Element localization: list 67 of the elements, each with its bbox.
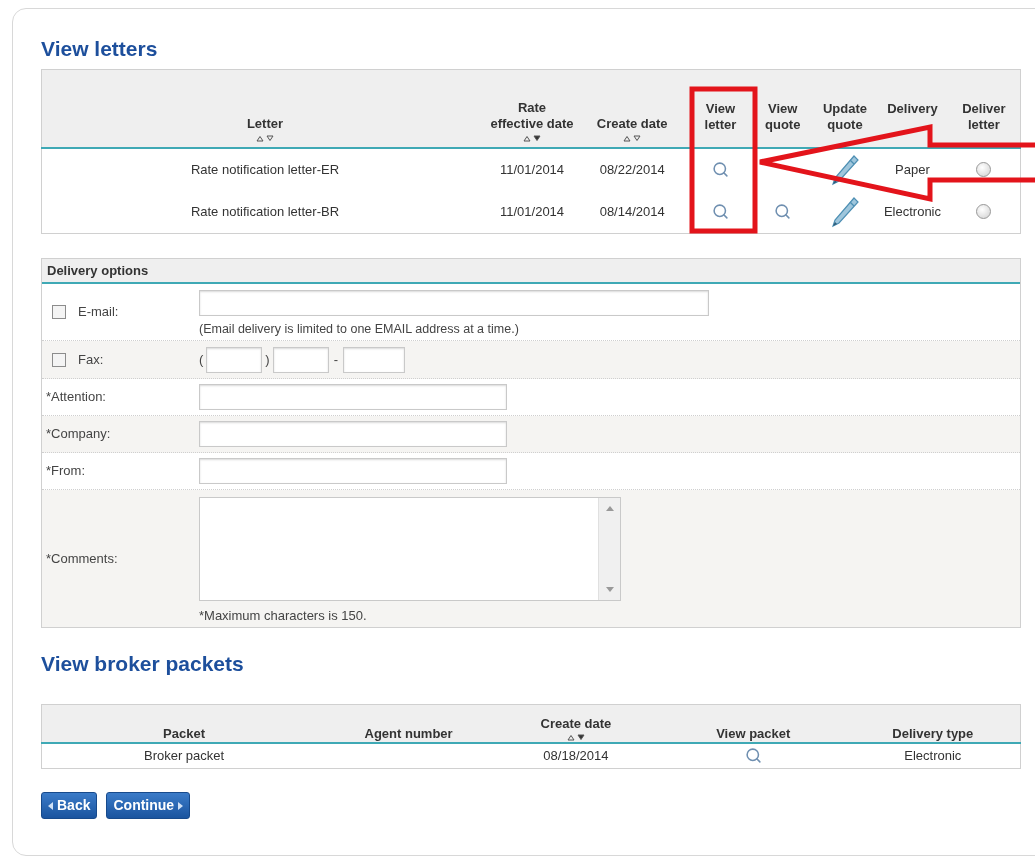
search-icon[interactable] bbox=[711, 161, 729, 178]
field-label: *Attention: bbox=[46, 388, 106, 407]
table-cell: Electronic bbox=[883, 204, 941, 219]
checkbox[interactable] bbox=[52, 305, 66, 319]
column-header: Create date bbox=[540, 715, 612, 731]
column-header: Deliver letter bbox=[961, 100, 1007, 133]
email-field[interactable] bbox=[199, 290, 709, 316]
back-button[interactable]: Back bbox=[41, 792, 98, 819]
scroll-down-icon[interactable] bbox=[605, 587, 614, 592]
field-label: *From: bbox=[46, 462, 85, 481]
right-triangle-icon bbox=[178, 801, 184, 810]
scrollbar[interactable] bbox=[598, 498, 620, 600]
field-label: *Company: bbox=[46, 425, 111, 444]
column-header: Letter bbox=[245, 115, 284, 132]
sort-icon[interactable] bbox=[254, 134, 275, 142]
table-cell: 11/01/2014 bbox=[499, 204, 565, 219]
pen-icon[interactable] bbox=[830, 195, 860, 228]
left-triangle-icon bbox=[48, 801, 53, 810]
panel-title: Delivery options bbox=[47, 261, 149, 280]
table-cell: 08/14/2014 bbox=[599, 204, 665, 219]
comments-field[interactable] bbox=[199, 497, 621, 601]
text-field[interactable] bbox=[199, 458, 507, 484]
table-cell: Broker packet bbox=[143, 748, 225, 763]
column-header: Delivery bbox=[886, 100, 939, 118]
dash-text: - bbox=[332, 350, 340, 369]
column-header: Rate effective date bbox=[489, 99, 575, 132]
field-label: E-mail: bbox=[78, 303, 119, 322]
table-cell: Rate notification letter-ER bbox=[190, 161, 339, 177]
search-icon[interactable] bbox=[711, 203, 729, 221]
table-cell: 08/22/2014 bbox=[599, 161, 665, 177]
column-header: Packet bbox=[163, 725, 206, 741]
hint-text: (Email delivery is limited to one EMAIL address at a time.) bbox=[199, 321, 520, 338]
column-header: View packet bbox=[716, 725, 791, 741]
column-header: Update quote bbox=[821, 100, 868, 133]
fax-prefix-field[interactable] bbox=[272, 346, 329, 373]
column-header: Delivery type bbox=[892, 725, 974, 741]
column-header: View letter bbox=[703, 100, 738, 133]
field-label: Fax: bbox=[78, 350, 104, 369]
column-header: Agent number bbox=[364, 725, 453, 741]
hint-text: *Maximum characters is 150. bbox=[199, 607, 368, 625]
radio-button[interactable] bbox=[976, 162, 992, 177]
pen-icon[interactable] bbox=[830, 153, 860, 186]
paren-text: ) bbox=[265, 350, 270, 369]
section-title: View broker packets bbox=[41, 651, 244, 677]
scroll-up-icon[interactable] bbox=[605, 506, 614, 511]
field-label: *Comments: bbox=[46, 549, 118, 568]
sort-icon[interactable] bbox=[622, 134, 643, 142]
text-field[interactable] bbox=[199, 421, 507, 447]
table-cell: 11/01/2014 bbox=[499, 161, 565, 177]
sort-icon[interactable] bbox=[522, 134, 542, 142]
area-code-field[interactable] bbox=[206, 346, 263, 373]
sort-icon[interactable] bbox=[565, 733, 586, 741]
column-header: Create date bbox=[595, 115, 669, 132]
radio-button[interactable] bbox=[976, 204, 992, 220]
table-cell: Electronic bbox=[904, 748, 962, 763]
text-field[interactable] bbox=[199, 384, 507, 410]
paren-text: ( bbox=[199, 350, 204, 369]
search-icon[interactable] bbox=[774, 203, 792, 221]
fax-number-field[interactable] bbox=[343, 346, 406, 373]
continue-button[interactable]: Continue bbox=[106, 792, 191, 819]
section-title: View letters bbox=[41, 36, 158, 62]
column-header: View quote bbox=[764, 100, 802, 133]
checkbox[interactable] bbox=[52, 352, 66, 367]
search-icon[interactable] bbox=[744, 747, 762, 765]
table-cell: 08/18/2014 bbox=[543, 748, 609, 763]
table-cell: Rate notification letter-BR bbox=[190, 204, 339, 219]
table-cell: Paper bbox=[895, 161, 930, 177]
